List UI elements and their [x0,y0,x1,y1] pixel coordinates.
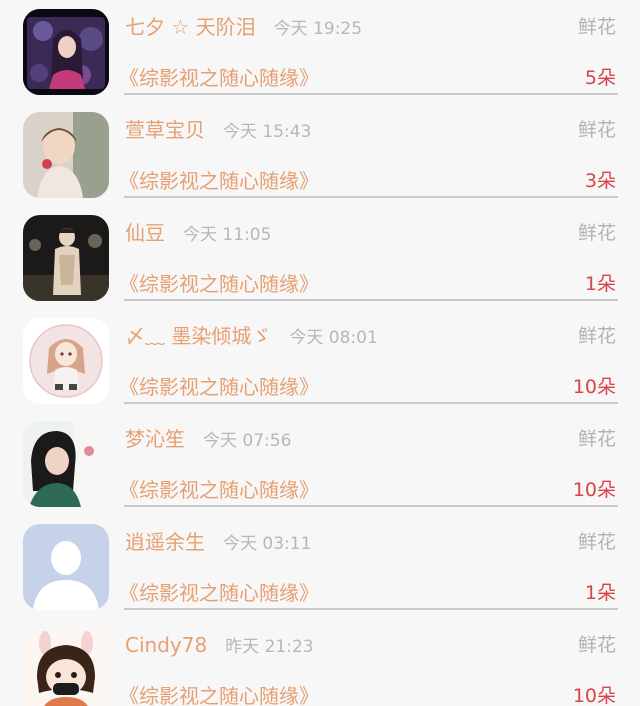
list-item[interactable]: 萱草宝贝 今天 15:43 鲜花 《综影视之随心随缘》 3朵 [0,103,640,206]
user-name[interactable]: 逍遥余生 [125,530,205,554]
divider [124,608,618,610]
list-item[interactable]: 逍遥余生 今天 03:11 鲜花 《综影视之随心随缘》 1朵 [0,515,640,618]
timestamp: 今天 15:43 [223,122,312,142]
divider [124,402,618,404]
divider [124,196,618,198]
user-name[interactable]: 仙豆 [125,221,165,245]
list-item[interactable]: 〆﹏ 墨染倾城ゞ 今天 08:01 鲜花 《综影视之随心随缘》 10朵 [0,309,640,412]
avatar[interactable] [23,112,109,198]
gift-count: 3朵 [584,170,616,192]
user-name[interactable]: 梦沁笙 [125,427,185,451]
avatar[interactable] [23,421,109,507]
book-title[interactable]: 《综影视之随心随缘》 [119,682,319,706]
gift-count: 1朵 [584,582,616,604]
default-user-icon [23,524,109,610]
book-title[interactable]: 《综影视之随心随缘》 [119,373,319,401]
gift-type: 鲜花 [577,222,616,244]
user-name[interactable]: 萱草宝贝 [125,118,205,142]
divider [124,505,618,507]
timestamp: 今天 08:01 [289,328,378,348]
gift-type: 鲜花 [577,531,616,553]
avatar[interactable] [23,215,109,301]
gift-count: 10朵 [572,376,616,398]
avatar[interactable] [23,627,109,706]
timestamp: 今天 19:25 [273,19,363,39]
book-title[interactable]: 《综影视之随心随缘》 [119,476,319,504]
gift-count: 1朵 [584,273,616,295]
gift-type: 鲜花 [577,634,616,656]
timestamp: 昨天 21:23 [225,637,314,657]
gift-type: 鲜花 [577,119,616,141]
book-title[interactable]: 《综影视之随心随缘》 [119,64,319,92]
divider [124,299,618,301]
list-item[interactable]: 梦沁笙 今天 07:56 鲜花 《综影视之随心随缘》 10朵 [0,412,640,515]
gift-count: 10朵 [572,479,616,501]
avatar[interactable] [23,9,109,95]
timestamp: 今天 11:05 [183,225,272,245]
gift-record-list: 七夕 ☆ 天阶泪 今天 19:25 鲜花 《综影视之随心随缘》 5朵 萱草宝贝 今天… [0,0,640,706]
book-title[interactable]: 《综影视之随心随缘》 [119,270,319,298]
list-item[interactable]: 仙豆 今天 11:05 鲜花 《综影视之随心随缘》 1朵 [0,206,640,309]
divider [124,93,618,95]
gift-type: 鲜花 [577,16,616,38]
avatar[interactable] [23,318,109,404]
gift-type: 鲜花 [577,428,616,450]
book-title[interactable]: 《综影视之随心随缘》 [119,167,319,195]
gift-count: 5朵 [584,67,616,89]
list-item[interactable]: Cindy78 昨天 21:23 鲜花 《综影视之随心随缘》 10朵 [0,618,640,706]
gift-count: 10朵 [572,685,616,706]
book-title[interactable]: 《综影视之随心随缘》 [119,579,319,607]
user-name[interactable]: 七夕 ☆ 天阶泪 [125,15,256,39]
timestamp: 今天 07:56 [203,431,292,451]
user-name[interactable]: 〆﹏ 墨染倾城ゞ [125,324,271,348]
user-name[interactable]: Cindy78 [125,633,207,657]
list-item[interactable]: 七夕 ☆ 天阶泪 今天 19:25 鲜花 《综影视之随心随缘》 5朵 [0,0,640,103]
avatar-placeholder[interactable] [23,524,109,610]
timestamp: 今天 03:11 [223,534,312,554]
gift-type: 鲜花 [577,325,616,347]
